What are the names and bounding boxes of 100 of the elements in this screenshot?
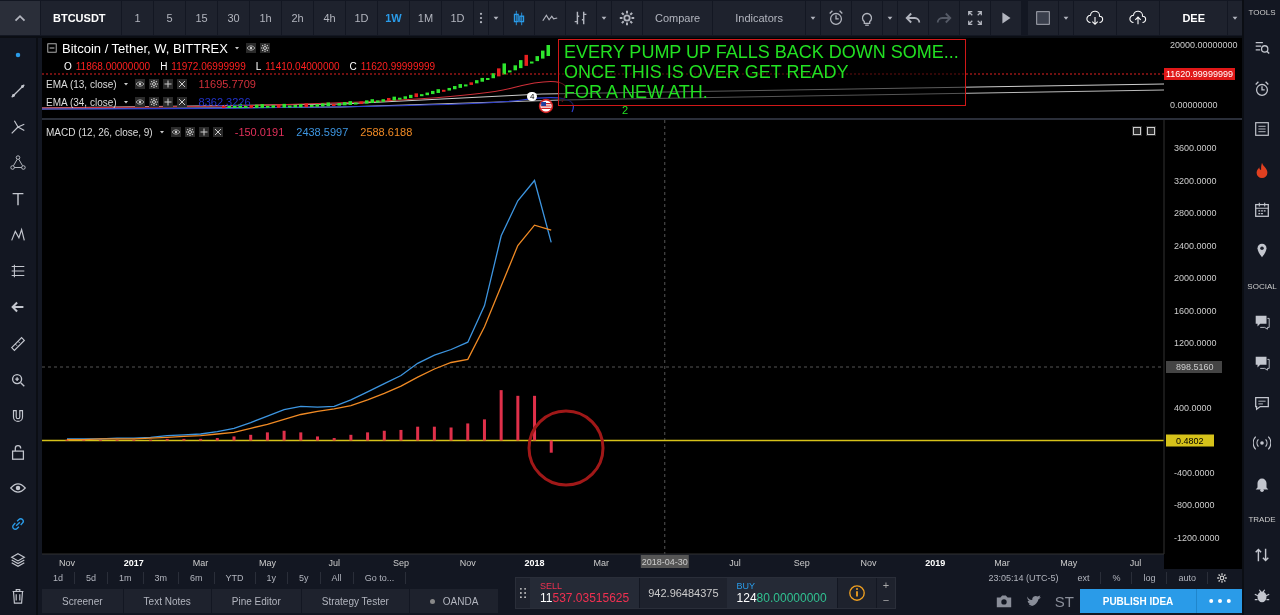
settings-icon[interactable] (148, 79, 159, 89)
study-value: 11695.7709 (198, 78, 256, 90)
lock-icon[interactable] (9, 442, 27, 461)
interval-button[interactable]: 1W (378, 1, 409, 35)
chat-icon[interactable] (1253, 313, 1271, 332)
range-button[interactable]: Go to... (353, 572, 407, 584)
plus-button[interactable]: + (876, 578, 896, 593)
replay-button[interactable] (990, 1, 1021, 35)
plus-icon[interactable] (162, 97, 173, 107)
square-icon[interactable] (1146, 126, 1156, 136)
interval-button[interactable]: 4h (314, 1, 345, 35)
calendar-icon[interactable] (1253, 200, 1271, 219)
interval-button[interactable]: 2h (282, 1, 313, 35)
range-button[interactable]: 5y (288, 572, 321, 584)
ruler-icon[interactable] (9, 334, 27, 353)
interval-button[interactable]: 15 (186, 1, 217, 35)
chart-type-button[interactable] (566, 1, 596, 35)
range-button[interactable]: 1y (255, 572, 289, 584)
scale-option-button[interactable]: ext (1066, 572, 1102, 584)
x-axis-label: May (1060, 558, 1078, 568)
range-button[interactable]: 6m (179, 572, 215, 584)
layout-button[interactable] (1028, 1, 1059, 35)
settings-icon[interactable] (148, 97, 159, 107)
panel-tab[interactable]: Text Notes (123, 589, 212, 613)
list-icon[interactable] (1253, 120, 1271, 139)
interval-button[interactable]: 1h (250, 1, 281, 35)
annotation-line: FOR A NEW ATH. (564, 82, 709, 102)
range-button[interactable]: 1m (108, 572, 144, 584)
fullscreen-icon (965, 9, 984, 27)
compare-button[interactable]: Compare (643, 1, 713, 35)
eye-icon[interactable] (134, 97, 145, 107)
study-value: 2588.6188 (360, 126, 413, 138)
save-button[interactable] (1117, 1, 1160, 35)
more-button[interactable] (1196, 589, 1242, 613)
interval-button[interactable]: 1 (122, 1, 153, 35)
scale-option-button[interactable]: log (1132, 572, 1168, 584)
plus-icon[interactable] (198, 127, 209, 137)
chart-type-button[interactable] (535, 1, 565, 35)
plus-icon[interactable] (162, 79, 173, 89)
x-axis-label: Mar (593, 558, 610, 568)
interval-button[interactable]: 1D (442, 1, 473, 35)
eye-icon[interactable] (170, 127, 181, 137)
ohlc-key: H (160, 60, 168, 72)
close-icon[interactable] (176, 79, 187, 89)
fullscreen-button[interactable] (959, 1, 990, 35)
info-icon[interactable] (847, 584, 866, 602)
range-button[interactable]: 1d (42, 572, 75, 584)
layout-name-button[interactable]: DEE (1160, 1, 1227, 35)
range-button[interactable]: 5d (75, 572, 109, 584)
eye-icon[interactable] (134, 79, 145, 89)
interval-button[interactable]: 5 (154, 1, 185, 35)
settings-icon[interactable] (1216, 572, 1228, 584)
event-flag-icon[interactable] (538, 98, 554, 114)
eye-icon[interactable] (245, 43, 256, 53)
idea-button[interactable] (851, 1, 882, 35)
alert-button[interactable] (820, 1, 851, 35)
scale-option-button[interactable]: % (1101, 572, 1133, 584)
undo-button[interactable] (897, 1, 928, 35)
y-axis-label: -400.0000 (1174, 468, 1215, 478)
close-icon[interactable] (212, 127, 223, 137)
panel-tab[interactable]: Pine Editor (211, 589, 302, 613)
y-axis-label: 1200.0000 (1174, 338, 1217, 348)
interval-button[interactable]: 1M (410, 1, 441, 35)
square-icon[interactable] (1132, 126, 1142, 136)
minus-button[interactable]: − (876, 593, 896, 608)
y-axis-label: 1600.0000 (1174, 305, 1217, 316)
collapse-icon[interactable] (46, 42, 58, 54)
range-button[interactable]: All (320, 572, 354, 584)
settings-button[interactable] (612, 1, 642, 35)
indicators-button[interactable]: Indicators (713, 1, 805, 35)
text-annotation[interactable]: EVERY PUMP UP FALLS BACK DOWN SOME... ONCE THIS IS OVER GET READY FOR A NEW ATH. (558, 39, 966, 106)
annotation-line: ONCE THIS IS OVER GET READY (564, 62, 850, 82)
settings-icon[interactable] (184, 127, 195, 137)
load-button[interactable] (1074, 1, 1117, 35)
scale-option-button[interactable]: auto (1167, 572, 1208, 584)
y-axis-label: -800.0000 (1174, 500, 1215, 511)
close-icon[interactable] (176, 97, 187, 107)
layers-icon[interactable] (9, 550, 27, 569)
x-axis-label: Jul (1129, 558, 1142, 568)
range-button[interactable]: 3m (143, 572, 180, 584)
buy-button[interactable]: BUY 12480.00000000 (726, 578, 838, 608)
interval-button[interactable]: 30 (218, 1, 249, 35)
panel-tab[interactable]: Screener (42, 589, 124, 613)
panel-tab[interactable]: Strategy Tester (301, 589, 410, 613)
stocktwits-link[interactable]: ST (1054, 592, 1074, 610)
settings-icon[interactable] (259, 43, 270, 53)
collapse-button[interactable] (0, 1, 40, 35)
sell-button[interactable]: SELL 11537.03515625 (530, 578, 641, 608)
interval-button[interactable]: 1D (346, 1, 377, 35)
alarm-icon[interactable] (1253, 79, 1271, 98)
cloud-download-icon (1086, 9, 1105, 27)
broadcast-icon[interactable] (1253, 434, 1271, 453)
nodes-icon[interactable] (9, 154, 27, 173)
ohlc-value: 11410.04000000 (265, 60, 340, 72)
more-intervals-button[interactable] (474, 1, 488, 35)
panel-tab[interactable]: OANDA (409, 589, 500, 613)
symbol-field[interactable]: BTCUSDT (41, 1, 121, 35)
chart-type-button[interactable] (504, 1, 534, 35)
circle-drawing[interactable] (527, 409, 605, 487)
range-button[interactable]: YTD (214, 572, 256, 584)
